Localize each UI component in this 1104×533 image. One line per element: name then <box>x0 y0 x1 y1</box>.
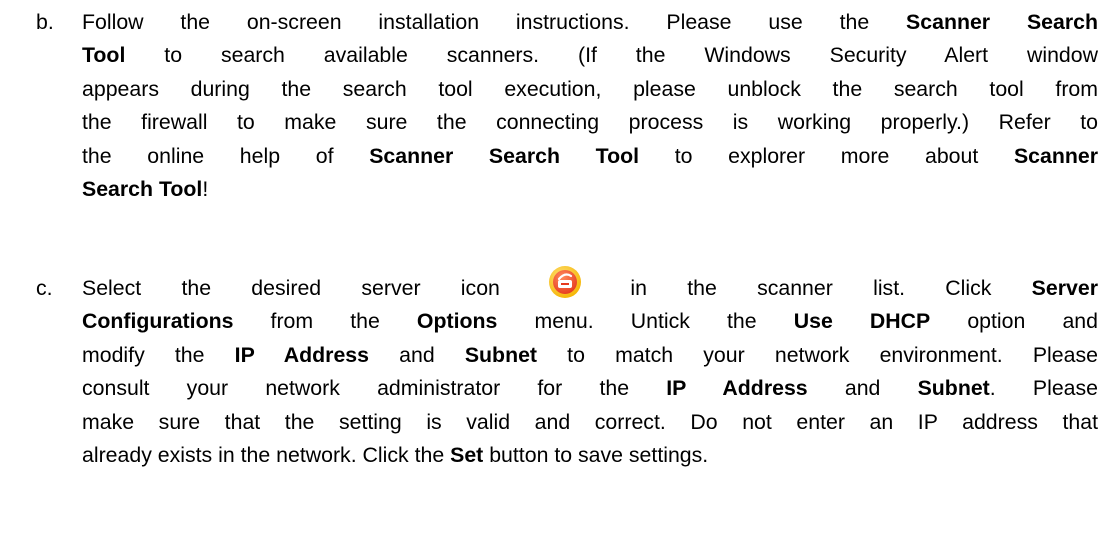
text-run: to search available scanners. (If the Wi… <box>125 43 1098 68</box>
text-run: to match your network environment. Pleas… <box>537 342 1098 367</box>
text-run: already exists in the network. Click the <box>82 443 451 468</box>
text-run: and <box>807 376 918 401</box>
text-line: modify the IP Address and Subnet to matc… <box>82 339 1098 372</box>
text-line: make sure that the setting is valid and … <box>82 406 1098 439</box>
bold-term: IP Address <box>234 342 369 367</box>
text-line: the firewall to make sure the connecting… <box>82 106 1098 139</box>
step-c-paragraph: Select the desired server icon in the sc… <box>82 266 1098 472</box>
list-marker: b. <box>36 10 54 34</box>
bold-term: Scanner <box>1013 143 1098 168</box>
text-run: to explorer more about <box>639 143 1014 168</box>
text-run: consult your network administrator for t… <box>82 376 667 401</box>
text-run: menu. Untick the <box>497 309 794 334</box>
step-c-text: Select the desired server icon in the sc… <box>82 266 1098 472</box>
text-run: option and <box>930 309 1098 334</box>
text-run: Select the desired server icon <box>82 276 541 300</box>
bold-term: Use DHCP <box>793 309 931 334</box>
text-line: Configurations from the Options menu. Un… <box>82 305 1098 338</box>
bold-term: Configurations <box>82 309 234 334</box>
bold-term: Search Tool <box>82 177 203 202</box>
step-b-text: Follow the on-screen installation instru… <box>82 6 1098 206</box>
bold-term: Set <box>450 443 484 468</box>
bold-term: Server <box>1031 276 1098 300</box>
list-item-b: b. Follow the on-screen installation ins… <box>36 6 1098 206</box>
bold-term: IP Address <box>666 376 808 401</box>
text-line: Follow the on-screen installation instru… <box>82 6 1098 39</box>
bold-term: Tool <box>82 43 126 68</box>
text-line: consult your network administrator for t… <box>82 372 1098 405</box>
text-line: Select the desired server icon in the sc… <box>82 266 1098 305</box>
bold-term: Options <box>416 309 498 334</box>
text-line: Search Tool! <box>82 173 1098 206</box>
server-icon <box>548 265 582 299</box>
text-run: the firewall to make sure the connecting… <box>82 110 1098 135</box>
text-run: button to save settings. <box>483 443 709 468</box>
text-run: in the scanner list. Click <box>590 276 1032 300</box>
text-line: the online help of Scanner Search Tool t… <box>82 140 1098 173</box>
instructions-document: b. Follow the on-screen installation ins… <box>0 0 1104 533</box>
bold-term: Scanner Search <box>906 10 1098 34</box>
text-line: Tool to search available scanners. (If t… <box>82 39 1098 72</box>
bold-term: Subnet <box>917 376 990 401</box>
step-b-paragraph: Follow the on-screen installation instru… <box>82 6 1098 206</box>
bold-term: Scanner Search Tool <box>369 143 640 168</box>
text-run: make sure that the setting is valid and … <box>82 409 1098 434</box>
text-line: already exists in the network. Click the… <box>82 439 1098 472</box>
text-run: modify the <box>82 342 235 367</box>
text-run: and <box>368 342 465 367</box>
text-line: appears during the search tool execution… <box>82 73 1098 106</box>
list-item-c: c. Select the desired server icon in the… <box>36 266 1098 472</box>
text-run: ! <box>202 177 209 202</box>
text-run: the online help of <box>82 143 370 168</box>
list-marker: c. <box>36 276 53 300</box>
text-run: . Please <box>989 376 1099 401</box>
text-run: Follow the on-screen installation instru… <box>82 10 907 34</box>
text-run: from the <box>233 309 417 334</box>
bold-term: Subnet <box>464 342 538 367</box>
text-run: appears during the search tool execution… <box>82 76 1098 101</box>
